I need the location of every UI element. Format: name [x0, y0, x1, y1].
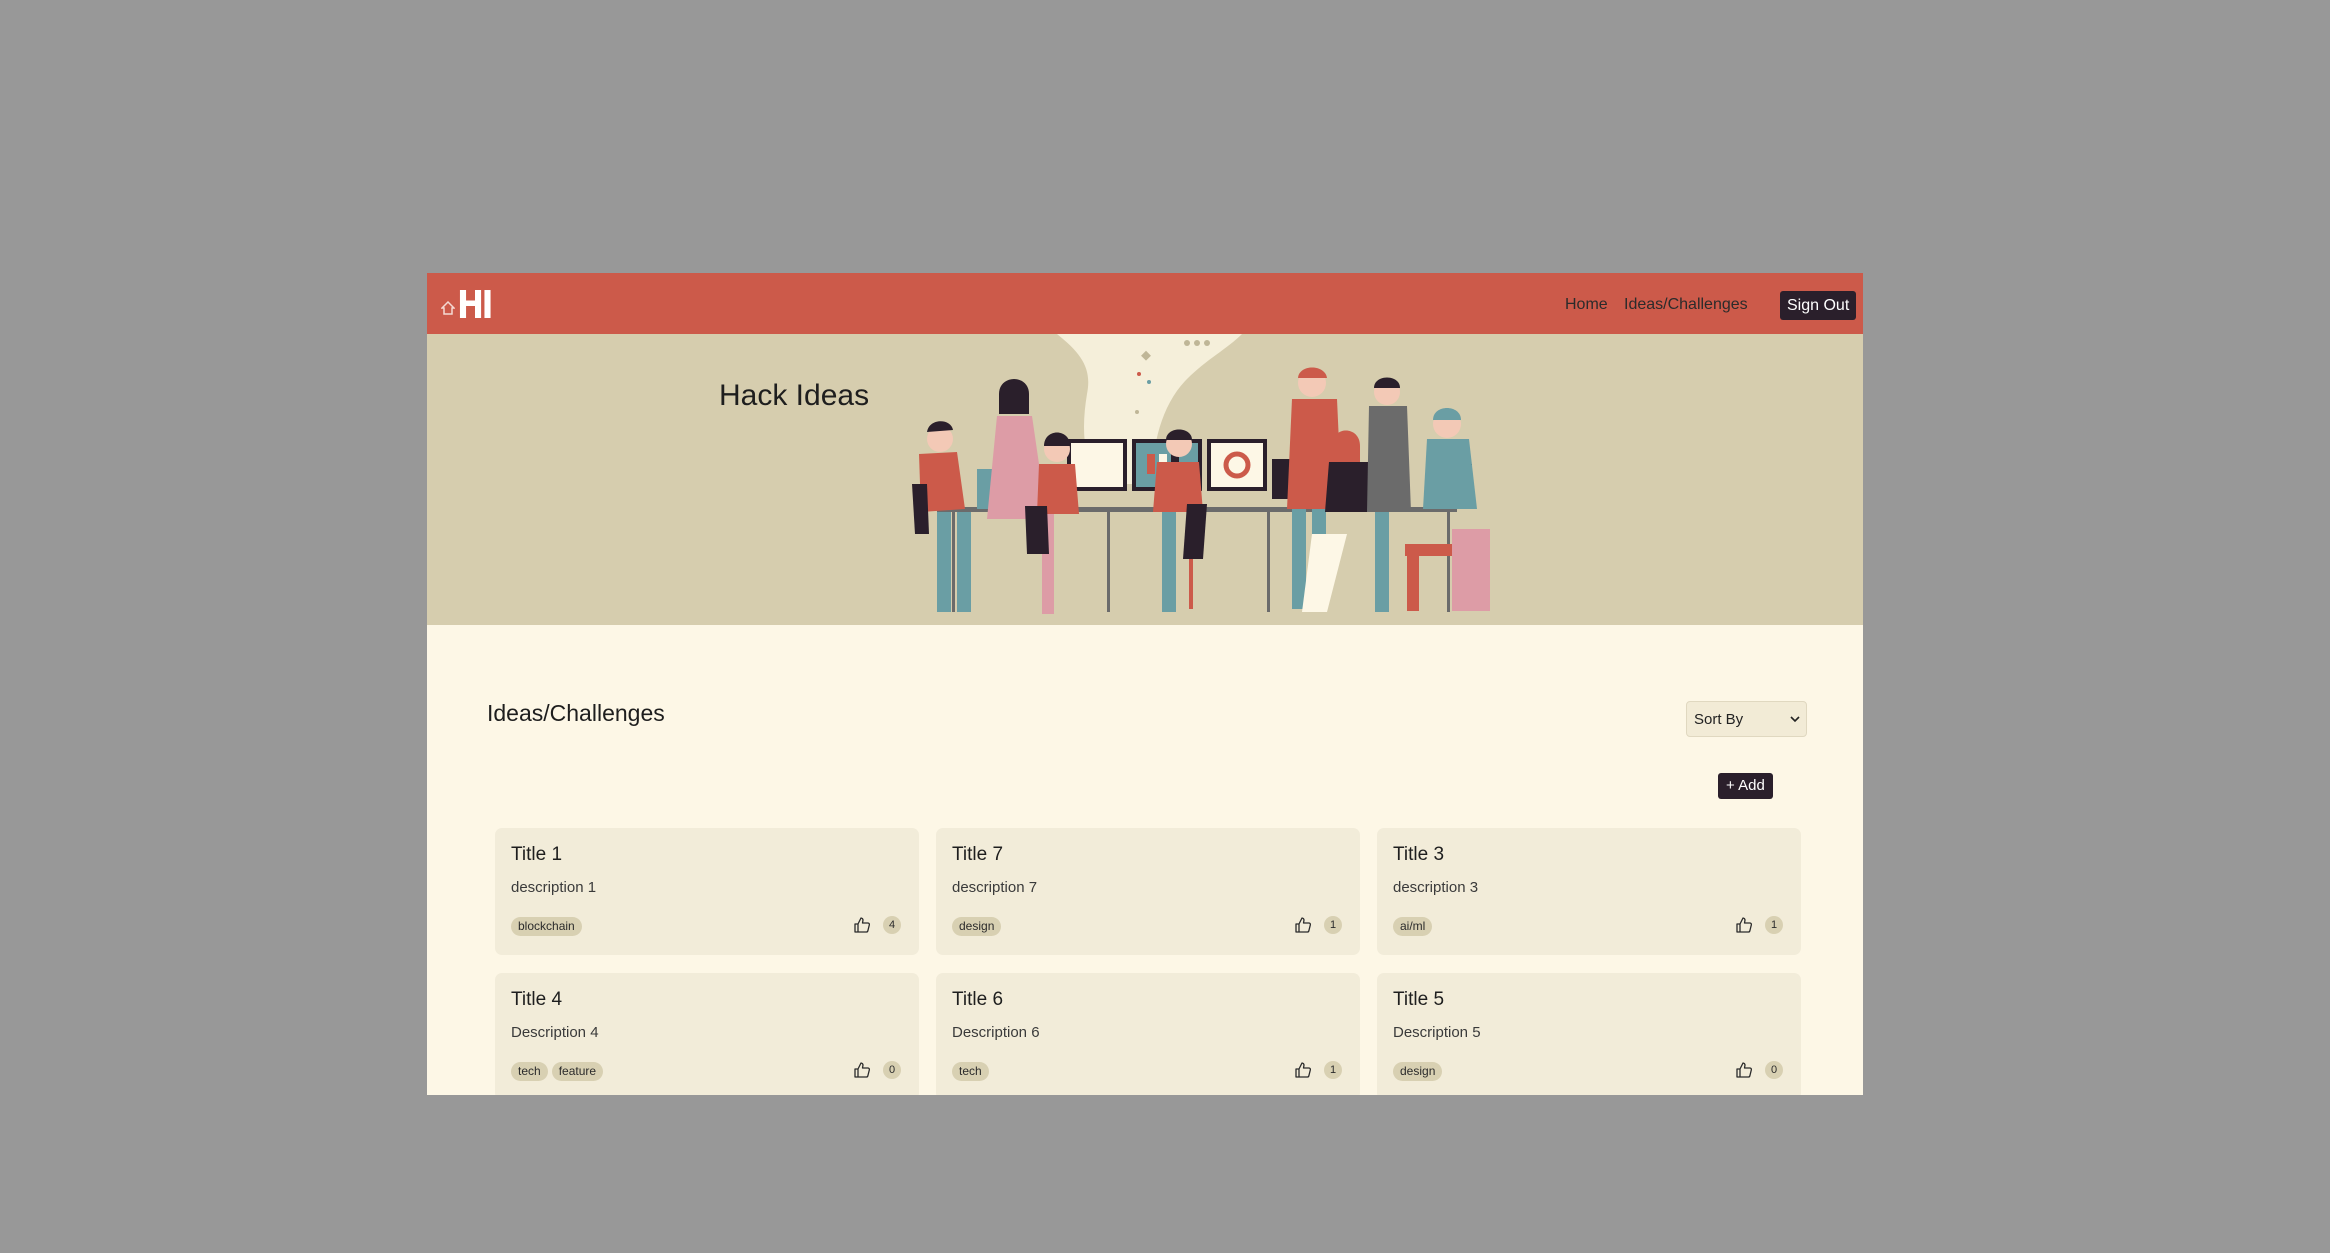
sign-out-button[interactable]: Sign Out — [1780, 291, 1857, 320]
like-count-badge: 1 — [1324, 1061, 1342, 1079]
chevron-down-icon — [1790, 716, 1800, 723]
thumbs-up-icon[interactable] — [853, 1061, 871, 1079]
idea-description: description 3 — [1393, 879, 1479, 896]
thumbs-up-icon[interactable] — [1294, 916, 1312, 934]
tag-badge: blockchain — [511, 917, 582, 936]
idea-card[interactable]: Title 3 description 3 ai/ml 1 — [1377, 828, 1801, 955]
idea-card[interactable]: Title 4 Description 4 tech feature 0 — [495, 973, 919, 1095]
idea-tags: design — [1393, 1062, 1443, 1081]
thumbs-up-icon[interactable] — [1735, 916, 1753, 934]
idea-title: Title 7 — [952, 844, 1004, 865]
thumbs-up-icon[interactable] — [1294, 1061, 1312, 1079]
thumbs-up-icon[interactable] — [1735, 1061, 1753, 1079]
idea-tags: blockchain — [511, 917, 582, 936]
like-count-badge: 4 — [883, 916, 901, 934]
tag-badge: tech — [511, 1062, 548, 1081]
hero-title: Hack Ideas — [719, 379, 870, 412]
idea-card[interactable]: Title 7 description 7 design 1 — [936, 828, 1360, 955]
idea-description: description 7 — [952, 879, 1038, 896]
thumbs-up-icon[interactable] — [853, 916, 871, 934]
sort-by-select[interactable]: Sort By — [1686, 701, 1807, 737]
sort-by-label: Sort By — [1694, 710, 1744, 728]
idea-tags: ai/ml — [1393, 917, 1433, 936]
tag-badge: design — [952, 917, 1002, 936]
tag-badge: ai/ml — [1393, 917, 1433, 936]
like-count-badge: 0 — [883, 1061, 901, 1079]
idea-tags: design — [952, 917, 1002, 936]
nav-ideas-link[interactable]: Ideas/Challenges — [1624, 296, 1748, 314]
house-icon — [441, 301, 455, 315]
like-count-badge: 1 — [1324, 916, 1342, 934]
app-window: HI Home Ideas/Challenges Sign Out Hack I… — [427, 273, 1863, 1095]
idea-title: Title 4 — [511, 989, 563, 1010]
idea-card[interactable]: Title 6 Description 6 tech 1 — [936, 973, 1360, 1095]
idea-title: Title 3 — [1393, 844, 1445, 865]
idea-description: Description 5 — [1393, 1024, 1481, 1041]
idea-title: Title 5 — [1393, 989, 1445, 1010]
idea-tags: tech — [952, 1062, 989, 1081]
logo[interactable]: HI — [441, 283, 497, 327]
logo-text: HI — [457, 283, 494, 327]
tag-badge: tech — [952, 1062, 989, 1081]
navbar: HI Home Ideas/Challenges Sign Out — [427, 273, 1863, 334]
like-count-badge: 0 — [1765, 1061, 1783, 1079]
idea-description: Description 4 — [511, 1024, 599, 1041]
nav-home-link[interactable]: Home — [1565, 296, 1608, 314]
idea-description: description 1 — [511, 879, 597, 896]
tag-badge: feature — [551, 1062, 604, 1081]
like-count-badge: 1 — [1765, 916, 1783, 934]
idea-tags: tech feature — [511, 1062, 604, 1081]
team-illustration — [912, 334, 1490, 614]
idea-description: Description 6 — [952, 1024, 1040, 1041]
idea-card[interactable]: Title 1 description 1 blockchain 4 — [495, 828, 919, 955]
section-title: Ideas/Challenges — [487, 700, 665, 726]
idea-card[interactable]: Title 5 Description 5 design 0 — [1377, 973, 1801, 1095]
idea-title: Title 6 — [952, 989, 1004, 1010]
idea-title: Title 1 — [511, 844, 563, 865]
hero-banner: Hack Ideas — [427, 334, 1863, 625]
add-idea-button[interactable]: + Add — [1718, 773, 1773, 799]
tag-badge: design — [1393, 1062, 1443, 1081]
